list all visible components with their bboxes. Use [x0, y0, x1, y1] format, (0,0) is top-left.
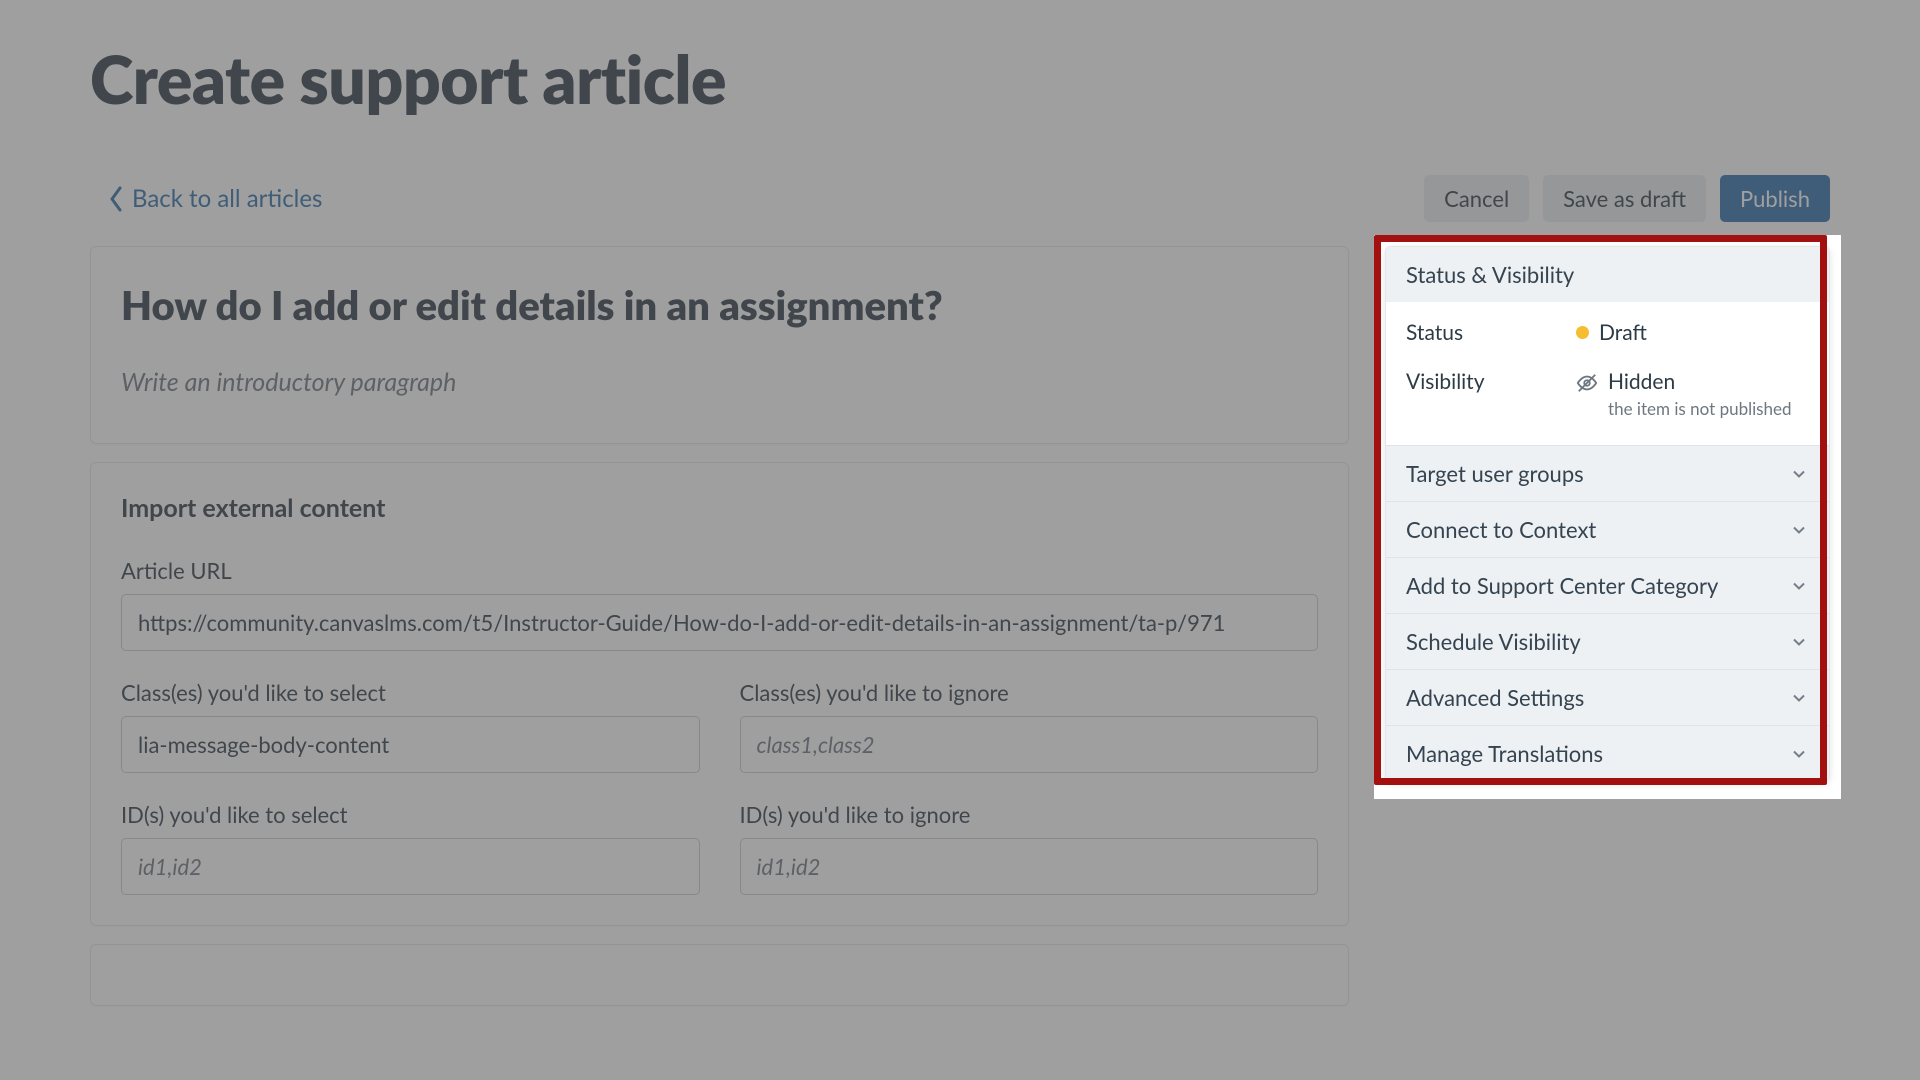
- ids-ignore-label: ID(s) you'd like to ignore: [740, 801, 1319, 828]
- main-column: How do I add or edit details in an assig…: [90, 246, 1349, 1006]
- visibility-row: Visibility Hidden the item is not pu: [1406, 369, 1809, 419]
- toolbar-actions: Cancel Save as draft Publish: [1424, 175, 1830, 222]
- toolbar: Back to all articles Cancel Save as draf…: [90, 175, 1830, 222]
- back-link-label: Back to all articles: [132, 184, 322, 213]
- classes-select-input[interactable]: [121, 716, 700, 773]
- status-visibility-header-label: Status & Visibility: [1406, 261, 1574, 288]
- classes-ignore-input[interactable]: [740, 716, 1319, 773]
- section-label: Schedule Visibility: [1406, 628, 1581, 655]
- back-to-articles-link[interactable]: Back to all articles: [90, 184, 322, 213]
- intro-paragraph-input[interactable]: Write an introductory paragraph: [121, 367, 1318, 397]
- section-label: Manage Translations: [1406, 740, 1603, 767]
- section-advanced-settings[interactable]: Advanced Settings: [1386, 669, 1829, 725]
- import-card: Import external content Article URL Clas…: [90, 462, 1349, 926]
- chevron-down-icon: [1789, 688, 1809, 708]
- ids-ignore-input[interactable]: [740, 838, 1319, 895]
- section-label: Connect to Context: [1406, 516, 1596, 543]
- visibility-value: Hidden the item is not published: [1576, 369, 1792, 419]
- page-root: Create support article Back to all artic…: [0, 0, 1920, 1080]
- section-schedule-visibility[interactable]: Schedule Visibility: [1386, 613, 1829, 669]
- chevron-down-icon: [1789, 576, 1809, 596]
- section-label: Target user groups: [1406, 460, 1584, 487]
- save-draft-button[interactable]: Save as draft: [1543, 175, 1706, 222]
- classes-select-label: Class(es) you'd like to select: [121, 679, 700, 706]
- visibility-note: the item is not published: [1608, 398, 1792, 419]
- columns: How do I add or edit details in an assig…: [90, 246, 1830, 1006]
- chevron-down-icon: [1789, 744, 1809, 764]
- status-body: Status Draft Visibility: [1386, 302, 1829, 445]
- chevron-down-icon: [1789, 632, 1809, 652]
- ids-select-label: ID(s) you'd like to select: [121, 801, 700, 828]
- chevron-left-icon: [108, 186, 124, 212]
- cancel-button[interactable]: Cancel: [1424, 175, 1529, 222]
- status-value-text: Draft: [1599, 320, 1647, 345]
- status-key: Status: [1406, 320, 1576, 345]
- article-title-input[interactable]: How do I add or edit details in an assig…: [121, 281, 1318, 329]
- section-target-user-groups[interactable]: Target user groups: [1386, 445, 1829, 501]
- import-section-title: Import external content: [121, 493, 1318, 523]
- side-column: Status & Visibility Status Draft Vis: [1385, 246, 1830, 782]
- article-url-label: Article URL: [121, 557, 1318, 584]
- visibility-key: Visibility: [1406, 369, 1576, 394]
- section-label: Advanced Settings: [1406, 684, 1584, 711]
- section-label: Add to Support Center Category: [1406, 572, 1718, 599]
- chevron-down-icon: [1789, 464, 1809, 484]
- visibility-value-text: Hidden: [1608, 369, 1675, 394]
- ids-select-input[interactable]: [121, 838, 700, 895]
- chevron-down-icon: [1789, 520, 1809, 540]
- section-connect-to-context[interactable]: Connect to Context: [1386, 501, 1829, 557]
- status-visibility-header: Status & Visibility: [1386, 247, 1829, 302]
- publish-button[interactable]: Publish: [1720, 175, 1830, 222]
- intro-card: How do I add or edit details in an assig…: [90, 246, 1349, 444]
- sidebar-panel: Status & Visibility Status Draft Vis: [1385, 246, 1830, 782]
- page-title: Create support article: [90, 40, 1830, 119]
- section-support-category[interactable]: Add to Support Center Category: [1386, 557, 1829, 613]
- classes-ignore-label: Class(es) you'd like to ignore: [740, 679, 1319, 706]
- status-dot-icon: [1576, 326, 1589, 339]
- status-value: Draft: [1576, 320, 1647, 345]
- eye-off-icon: [1576, 372, 1598, 394]
- section-manage-translations[interactable]: Manage Translations: [1386, 725, 1829, 781]
- next-card: [90, 944, 1349, 1006]
- article-url-input[interactable]: [121, 594, 1318, 651]
- status-row: Status Draft: [1406, 320, 1809, 345]
